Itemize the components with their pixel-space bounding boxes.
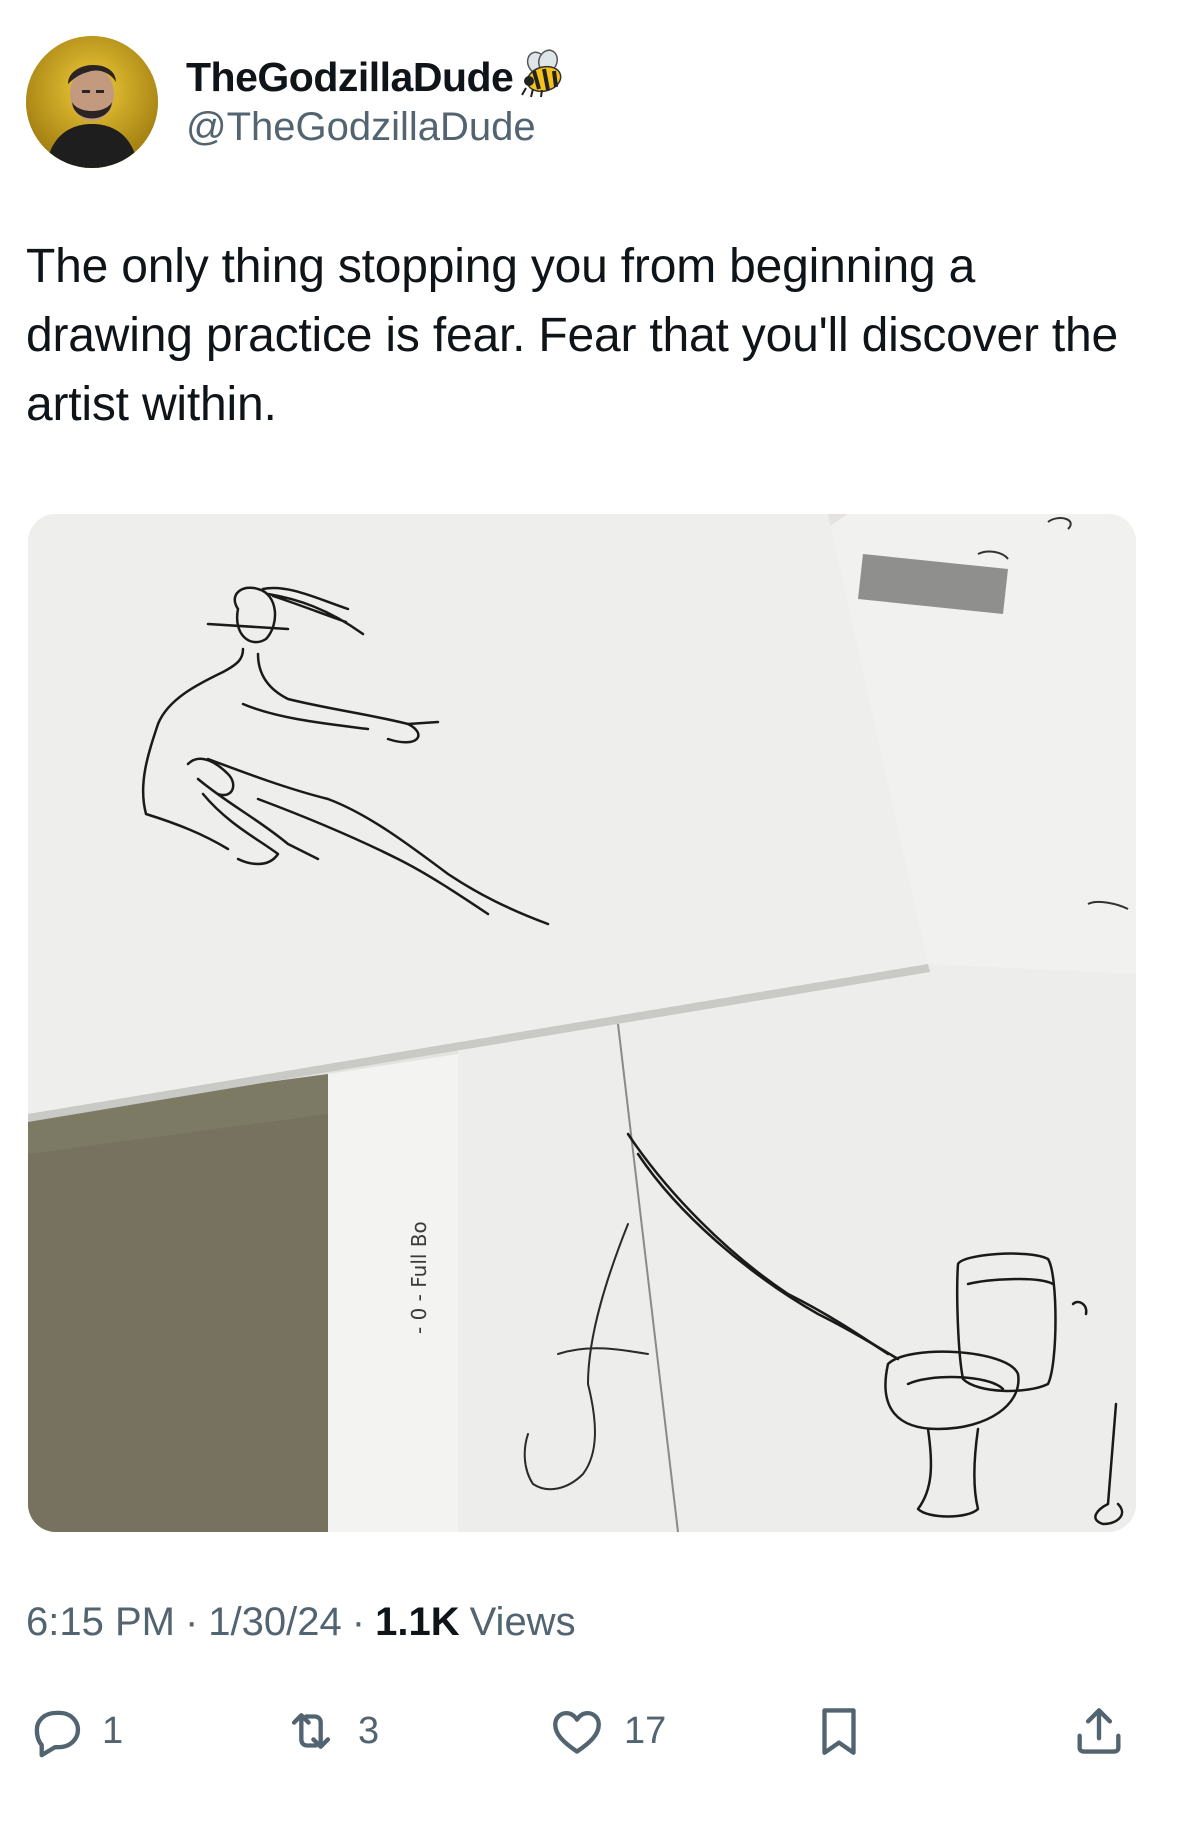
action-bar: 1 3 17 — [0, 1696, 1179, 1766]
retweet-button[interactable]: 3 — [282, 1696, 379, 1766]
retweet-count: 3 — [358, 1709, 380, 1752]
sheet-label: - 0 - Full Bo — [407, 1221, 431, 1334]
display-name[interactable]: TheGodzillaDude — [186, 54, 514, 101]
bookmark-button[interactable] — [810, 1696, 868, 1766]
avatar-photo-icon — [26, 36, 158, 168]
meta-separator: · — [184, 1600, 199, 1644]
drawing-photo: - 0 - Full Bo — [28, 514, 1136, 1532]
heart-icon — [553, 1710, 601, 1754]
reply-icon — [34, 1710, 81, 1758]
views-count[interactable]: 1.1K — [375, 1600, 460, 1645]
author-handle[interactable]: @TheGodzillaDude — [186, 105, 571, 150]
display-name-row: TheGodzillaDude — [186, 48, 571, 101]
retweet-icon — [291, 1713, 331, 1749]
tweet-text: The only thing stopping you from beginni… — [26, 240, 1119, 431]
like-button[interactable]: 17 — [548, 1696, 666, 1766]
tweet-media[interactable]: - 0 - Full Bo — [28, 514, 1136, 1532]
meta-separator: · — [351, 1600, 366, 1644]
share-icon — [1077, 1708, 1121, 1754]
bookmark-icon — [822, 1708, 856, 1755]
author-names: TheGodzillaDude @TheGodzillaDude — [186, 48, 571, 150]
share-button[interactable] — [1070, 1696, 1128, 1766]
bee-emoji-icon — [521, 48, 562, 97]
reply-button[interactable]: 1 — [26, 1696, 123, 1766]
reply-count: 1 — [102, 1709, 124, 1752]
tweet-meta: 6:15 PM · 1/30/24 · 1.1K Views — [26, 1600, 576, 1645]
views-label: Views — [469, 1600, 576, 1644]
tweet-header: TheGodzillaDude @TheGodzillaDude — [26, 36, 571, 168]
like-count: 17 — [624, 1709, 667, 1752]
tweet-date[interactable]: 1/30/24 — [208, 1600, 341, 1645]
avatar[interactable] — [26, 36, 158, 168]
tweet-time[interactable]: 6:15 PM — [26, 1600, 175, 1645]
